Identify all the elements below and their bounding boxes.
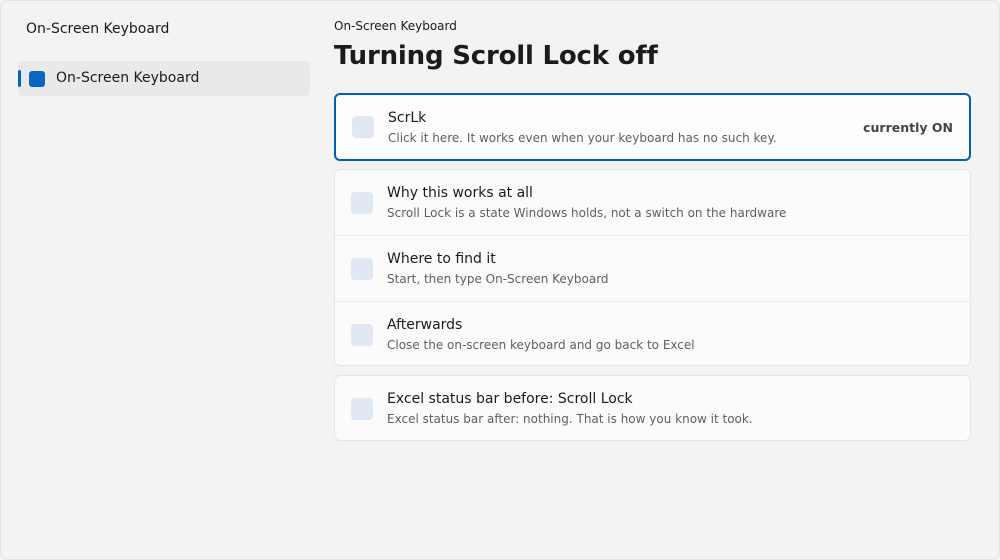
row-description: Start, then type On-Screen Keyboard xyxy=(387,272,609,286)
info-icon xyxy=(351,192,373,214)
row-title: ScrLk xyxy=(388,110,427,126)
scrlk-key-icon xyxy=(352,116,374,138)
scrlk-action-card[interactable]: ScrLk Click it here. It works even when … xyxy=(334,93,971,161)
sidebar-item-on-screen-keyboard[interactable]: On-Screen Keyboard xyxy=(18,61,310,96)
breadcrumb: On-Screen Keyboard xyxy=(334,19,457,33)
row-description: Scroll Lock is a state Windows holds, no… xyxy=(387,206,787,220)
selection-indicator xyxy=(18,70,21,87)
scrlk-row[interactable]: ScrLk Click it here. It works even when … xyxy=(336,95,969,159)
status-bar-icon xyxy=(351,398,373,420)
app-title: On-Screen Keyboard xyxy=(26,21,170,37)
status-bar-card: Excel status bar before: Scroll Lock Exc… xyxy=(334,375,971,441)
row-title: Excel status bar before: Scroll Lock xyxy=(387,391,633,407)
list-item: Where to find it Start, then type On-Scr… xyxy=(335,235,970,301)
row-title: Why this works at all xyxy=(387,185,533,201)
row-description: Excel status bar after: nothing. That is… xyxy=(387,412,753,426)
list-item: Why this works at all Scroll Lock is a s… xyxy=(335,170,970,235)
sidebar-item-label: On-Screen Keyboard xyxy=(56,70,200,86)
sidebar: On-Screen Keyboard On-Screen Keyboard xyxy=(1,1,321,559)
status-badge: currently ON xyxy=(863,120,953,135)
app-window: On-Screen Keyboard On-Screen Keyboard On… xyxy=(0,0,1000,560)
row-description: Click it here. It works even when your k… xyxy=(388,131,777,145)
back-icon xyxy=(351,324,373,346)
row-title: Where to find it xyxy=(387,251,496,267)
page-title: Turning Scroll Lock off xyxy=(334,41,658,71)
row-description: Close the on-screen keyboard and go back… xyxy=(387,338,695,352)
search-icon xyxy=(351,258,373,280)
list-item: Afterwards Close the on-screen keyboard … xyxy=(335,301,970,367)
info-card: Why this works at all Scroll Lock is a s… xyxy=(334,169,971,366)
keyboard-app-icon xyxy=(29,71,45,87)
list-item: Excel status bar before: Scroll Lock Exc… xyxy=(335,376,970,441)
row-title: Afterwards xyxy=(387,317,463,333)
